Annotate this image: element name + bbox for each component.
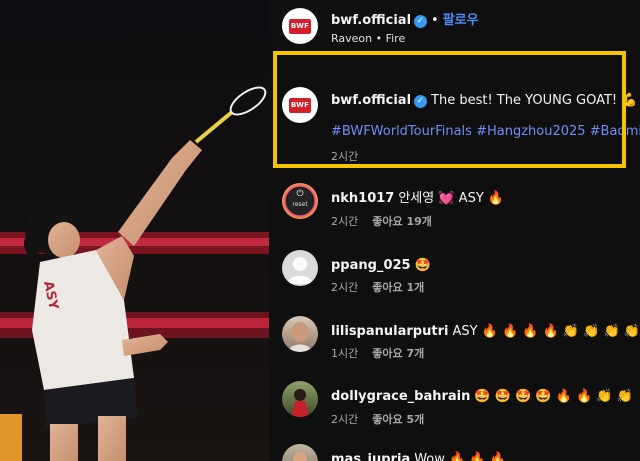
- comment-time: 2시간: [331, 281, 359, 294]
- post-header: bwf.official ✓ • 팔로우: [331, 9, 479, 28]
- verified-badge-icon: ✓: [414, 15, 428, 28]
- caption-time: 2시간: [331, 150, 359, 163]
- comment-text: 🤩 🤩 🤩 🤩 🔥 🔥 👏 👏: [474, 389, 633, 404]
- comment-time: 2시간: [331, 215, 359, 228]
- comment-username[interactable]: mas_jupria: [331, 452, 410, 461]
- post-photo[interactable]: ASY: [0, 0, 269, 461]
- comment-text: Wow 🔥 🔥 🔥: [414, 452, 506, 461]
- comment-meta: 2시간 좋아요 19개: [331, 213, 432, 229]
- comment-avatar[interactable]: [282, 316, 318, 352]
- comment-meta: 2시간 좋아요 5개: [331, 411, 424, 427]
- verified-badge-icon: ✓: [414, 95, 428, 108]
- comment-likes[interactable]: 좋아요 7개: [372, 347, 424, 360]
- comment-likes[interactable]: 좋아요 1개: [372, 281, 424, 294]
- comment-text: 🤩: [414, 258, 431, 273]
- caption-hashtags[interactable]: #BWFWorldTourFinals #Hangzhou2025 #Badmi…: [331, 124, 640, 139]
- comment-text: 안세영 💓 ASY 🔥: [398, 191, 505, 206]
- comment-line: nkh1017 안세영 💓 ASY 🔥: [331, 187, 504, 206]
- user-photo-icon: [288, 322, 312, 352]
- bwf-avatar[interactable]: BWF: [282, 8, 318, 44]
- comment-line: lilispanularputri ASY 🔥 🔥 🔥 🔥 👏 👏 👏 👏 💖 💖: [331, 320, 640, 339]
- comment-username[interactable]: dollygrace_bahrain: [331, 389, 470, 404]
- comment-username[interactable]: nkh1017: [331, 191, 394, 206]
- comment-username[interactable]: ppang_025: [331, 258, 411, 273]
- audio-label[interactable]: Raveon • Fire: [331, 32, 405, 45]
- comment-line: dollygrace_bahrain 🤩 🤩 🤩 🤩 🔥 🔥 👏 👏: [331, 385, 633, 404]
- comment-line: ppang_025 🤩: [331, 254, 431, 273]
- comment-meta: 1시간 좋아요 7개: [331, 345, 424, 361]
- comment-avatar[interactable]: [282, 444, 318, 461]
- bwf-logo: BWF: [289, 97, 311, 113]
- comment-avatar[interactable]: [282, 381, 318, 417]
- user-photo-icon: [293, 452, 307, 461]
- user-photo-icon: [291, 389, 309, 417]
- comment-time: 2시간: [331, 413, 359, 426]
- comment-avatar[interactable]: ⏻ reset: [282, 183, 318, 219]
- caption-username[interactable]: bwf.official: [331, 93, 411, 108]
- caption-text: The best! The YOUNG GOAT! 💪 💪: [431, 93, 640, 108]
- avatar-text: reset: [292, 201, 308, 208]
- comment-avatar[interactable]: [282, 250, 318, 286]
- comment-likes[interactable]: 좋아요 5개: [372, 413, 424, 426]
- header-username[interactable]: bwf.official: [331, 13, 411, 28]
- comment-meta: 2시간 좋아요 1개: [331, 279, 424, 295]
- badminton-player-photo: ASY: [0, 0, 269, 461]
- default-user-icon: [287, 257, 313, 284]
- comments-panel: BWF bwf.official ✓ • 팔로우 Raveon • Fire BWF …: [269, 0, 640, 461]
- comment-line: mas_jupria Wow 🔥 🔥 🔥: [331, 448, 506, 461]
- separator-dot: •: [431, 13, 439, 28]
- follow-button[interactable]: 팔로우: [443, 13, 479, 28]
- comment-time: 1시간: [331, 347, 359, 360]
- caption-avatar[interactable]: BWF: [282, 87, 318, 123]
- bwf-logo: BWF: [289, 18, 311, 34]
- comment-likes[interactable]: 좋아요 19개: [372, 215, 432, 228]
- caption-line: bwf.official ✓ The best! The YOUNG GOAT! 💪…: [331, 89, 640, 108]
- comment-username[interactable]: lilispanularputri: [331, 324, 448, 339]
- comment-text: ASY 🔥 🔥 🔥 🔥 👏 👏 👏 👏 💖 💖: [452, 324, 640, 339]
- power-icon: ⏻: [296, 189, 304, 199]
